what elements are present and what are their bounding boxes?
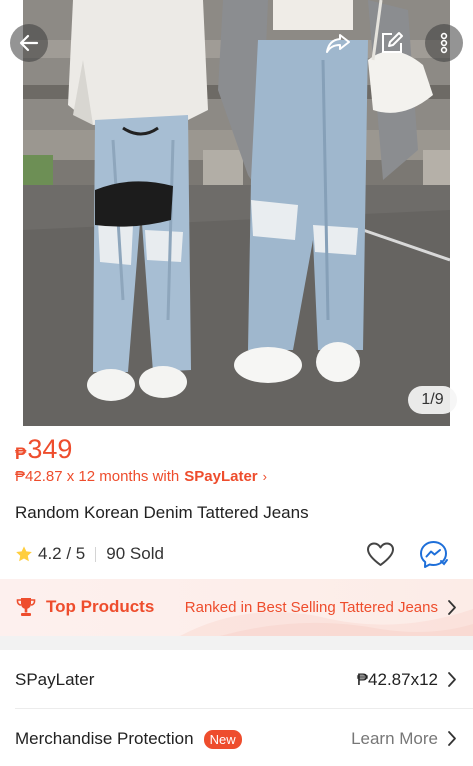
chevron-right-icon [448, 600, 456, 615]
product-image-gallery[interactable]: 1/9 [0, 0, 473, 426]
spaylater-value: ₱42.87x12 [356, 670, 438, 689]
new-badge: New [203, 729, 242, 749]
messenger-icon [420, 541, 448, 568]
top-products-label: Top Products [46, 597, 155, 616]
back-button[interactable] [10, 24, 48, 62]
learn-more-link[interactable]: Learn More [351, 729, 438, 749]
top-products-banner[interactable]: Top Products Ranked in Best Selling Tatt… [0, 579, 473, 636]
protection-label-group: Merchandise Protection New [15, 729, 242, 749]
edit-icon [382, 32, 403, 53]
chevron-right-icon [448, 672, 456, 687]
rating-separator [95, 546, 97, 562]
share-icon [326, 34, 350, 53]
product-price: ₱ 349 [15, 433, 72, 465]
image-counter: 1/9 [408, 386, 457, 414]
heart-icon [367, 542, 394, 566]
section-gap [0, 636, 473, 650]
price-currency: ₱ [15, 444, 27, 463]
chat-button[interactable] [418, 539, 449, 570]
rating-row[interactable]: 4.2 / 5 90 Sold [15, 543, 164, 565]
spaylater-row[interactable]: SPayLater ₱42.87x12 [0, 650, 473, 708]
installment-link[interactable]: ₱42.87 x 12 months with SPayLater › [15, 468, 267, 485]
chevron-right-icon: › [262, 469, 267, 484]
share-button[interactable] [321, 26, 355, 60]
rating-value: 4.2 / 5 [38, 544, 86, 563]
spaylater-label: SPayLater [15, 670, 95, 689]
sold-count: 90 Sold [106, 544, 164, 563]
product-title: Random Korean Denim Tattered Jeans [15, 503, 309, 522]
merchandise-protection-row[interactable]: Merchandise Protection New Learn More [0, 709, 473, 766]
edit-button[interactable] [375, 26, 409, 60]
installment-text: ₱42.87 x 12 months with [15, 468, 180, 485]
chevron-right-icon [448, 731, 456, 746]
more-vertical-icon [440, 32, 448, 54]
arrow-left-icon [19, 34, 39, 52]
trophy-icon [16, 598, 36, 616]
more-button[interactable] [425, 24, 463, 62]
like-button[interactable] [366, 540, 395, 569]
ranked-text: Ranked in Best Selling Tattered Jeans [184, 599, 438, 616]
protection-label: Merchandise Protection [15, 729, 194, 748]
price-amount: 349 [27, 434, 73, 464]
installment-brand: SPayLater [184, 468, 258, 485]
product-photo[interactable] [23, 0, 450, 426]
star-icon [16, 546, 32, 562]
